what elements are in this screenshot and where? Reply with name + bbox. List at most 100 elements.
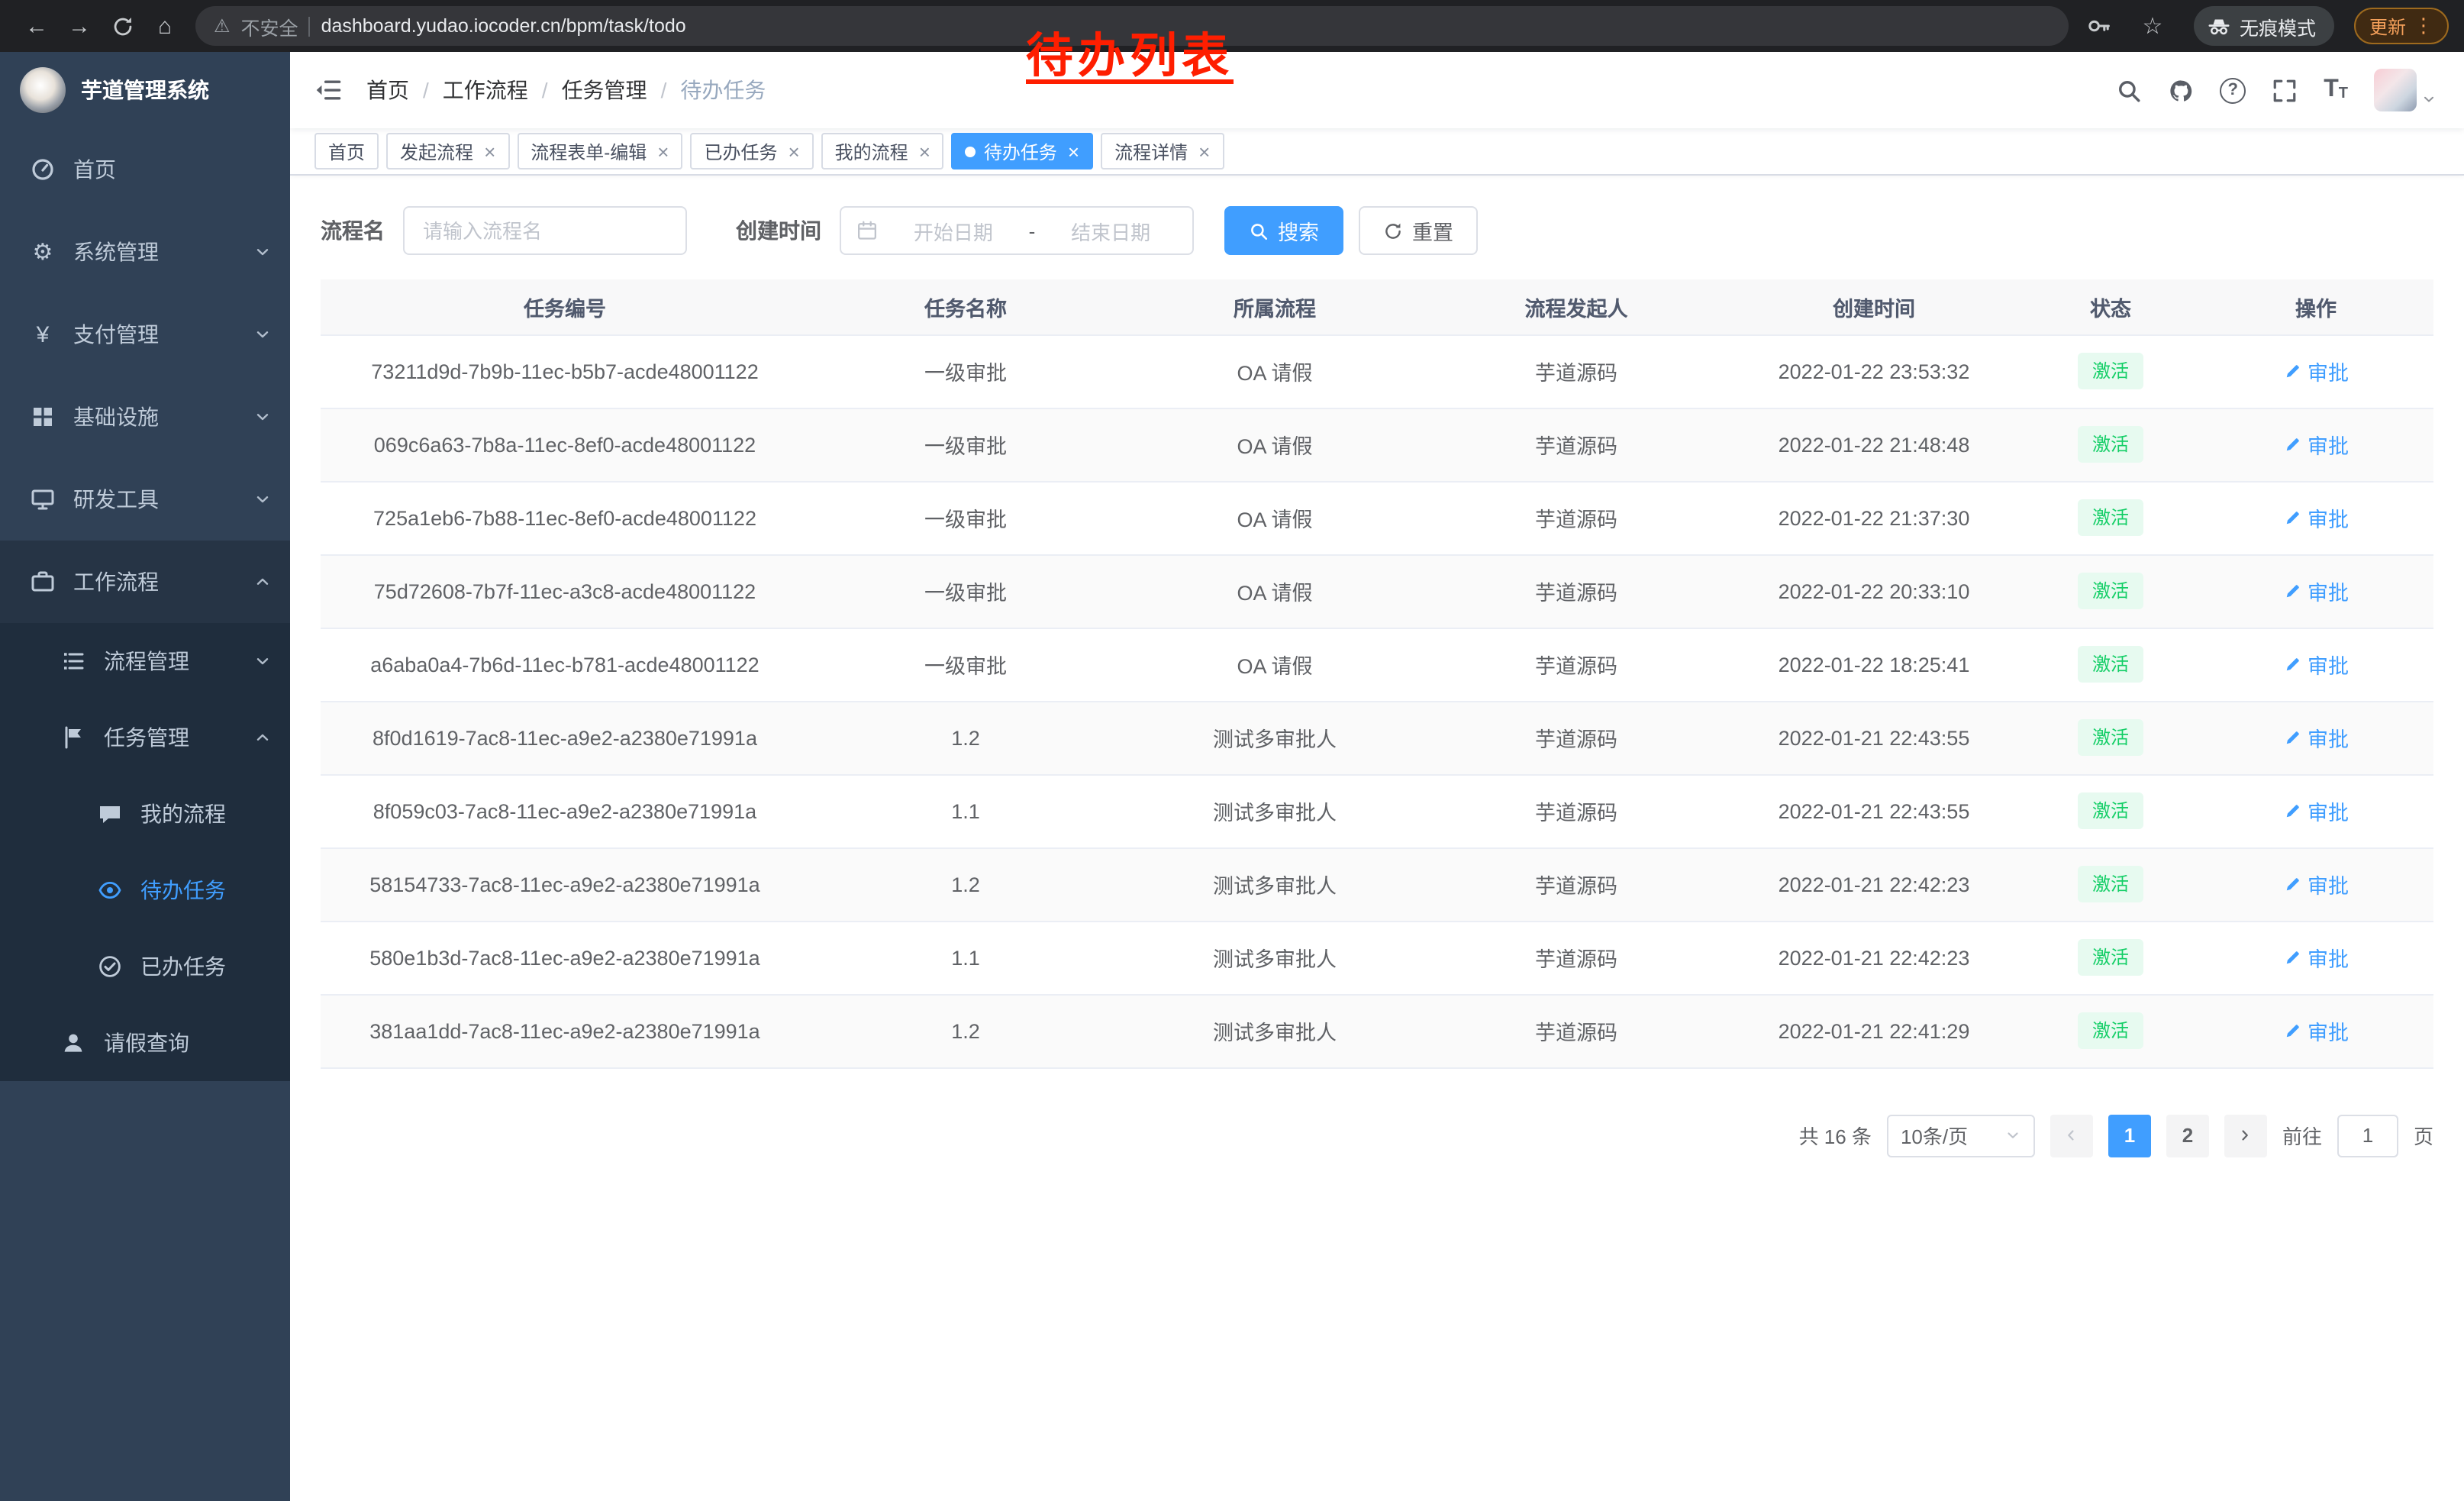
- caret-down-icon: [2421, 92, 2437, 107]
- password-key-icon[interactable]: [2087, 14, 2111, 38]
- goto-page-input[interactable]: [2337, 1114, 2398, 1157]
- page-number-2[interactable]: 2: [2166, 1114, 2209, 1157]
- tab-form-edit[interactable]: 流程表单-编辑 ×: [517, 133, 682, 169]
- sidebar-item-label: 流程管理: [104, 646, 189, 676]
- created-time: 2022-01-21 22:43:55: [1725, 701, 2023, 774]
- edit-icon: [2283, 435, 2301, 454]
- bookmark-star-icon[interactable]: ☆: [2131, 5, 2174, 47]
- back-icon[interactable]: ←: [15, 5, 58, 47]
- tab-home[interactable]: 首页: [314, 133, 379, 169]
- page-number-1[interactable]: 1: [2108, 1114, 2151, 1157]
- search-button[interactable]: 搜索: [1224, 206, 1343, 255]
- sidebar-item-my-process[interactable]: 我的流程: [0, 776, 290, 852]
- sidebar-item-payment[interactable]: ¥ 支付管理: [0, 293, 290, 376]
- github-icon[interactable]: [2168, 77, 2194, 103]
- sidebar-item-devtools[interactable]: 研发工具: [0, 458, 290, 541]
- tab-todo-tasks[interactable]: 待办任务 ×: [952, 133, 1093, 169]
- tags-view: 首页 发起流程 × 流程表单-编辑 × 已办任务 × 我的流程 × 待办任务 ×…: [290, 128, 2464, 176]
- chevron-down-icon: [253, 408, 272, 426]
- sidebar-item-leave-query[interactable]: 请假查询: [0, 1005, 290, 1081]
- forward-icon[interactable]: →: [58, 5, 101, 47]
- tab-start-process[interactable]: 发起流程 ×: [386, 133, 509, 169]
- process-name-input[interactable]: [403, 206, 687, 255]
- created-time: 2022-01-21 22:41:29: [1725, 994, 2023, 1067]
- not-secure-icon: ⚠: [214, 15, 231, 37]
- sidebar-item-label: 研发工具: [73, 484, 159, 515]
- tab-my-process[interactable]: 我的流程 ×: [821, 133, 944, 169]
- tab-done-tasks[interactable]: 已办任务 ×: [690, 133, 813, 169]
- user-menu[interactable]: [2374, 69, 2437, 111]
- breadcrumb-separator: /: [542, 78, 548, 102]
- sidebar-item-task-mgmt[interactable]: 任务管理: [0, 699, 290, 776]
- reset-button[interactable]: 重置: [1359, 206, 1478, 255]
- table-row: 58154733-7ac8-11ec-a9e2-a2380e71991a 1.2…: [321, 847, 2433, 921]
- approve-link[interactable]: 审批: [2283, 869, 2349, 899]
- chevron-down-icon: [253, 490, 272, 508]
- reload-icon[interactable]: [101, 5, 144, 47]
- table-row: a6aba0a4-7b6d-11ec-b781-acde48001122 一级审…: [321, 628, 2433, 701]
- approve-link[interactable]: 审批: [2283, 502, 2349, 533]
- date-range-picker[interactable]: 开始日期 - 结束日期: [840, 206, 1194, 255]
- edit-icon: [2283, 875, 2301, 893]
- chat-icon: [98, 802, 122, 826]
- approve-link[interactable]: 审批: [2283, 1015, 2349, 1046]
- task-id: 725a1eb6-7b88-11ec-8ef0-acde48001122: [321, 481, 809, 554]
- help-icon[interactable]: ?: [2220, 77, 2246, 103]
- created-time: 2022-01-21 22:43:55: [1725, 774, 2023, 847]
- incognito-badge: 无痕模式: [2194, 6, 2334, 46]
- prev-page-button[interactable]: [2050, 1114, 2093, 1157]
- close-tab-icon[interactable]: ×: [484, 141, 495, 161]
- incognito-label: 无痕模式: [2240, 11, 2316, 40]
- tab-process-detail[interactable]: 流程详情 ×: [1101, 133, 1224, 169]
- chevron-up-icon: [253, 573, 272, 591]
- home-icon[interactable]: ⌂: [144, 5, 186, 47]
- fullscreen-icon[interactable]: [2272, 77, 2298, 103]
- close-tab-icon[interactable]: ×: [919, 141, 930, 161]
- close-tab-icon[interactable]: ×: [1068, 141, 1079, 161]
- sidebar-item-home[interactable]: 首页: [0, 128, 290, 211]
- status-badge: 激活: [2079, 719, 2143, 756]
- range-separator: -: [1029, 219, 1036, 242]
- approve-link[interactable]: 审批: [2283, 429, 2349, 460]
- initiator: 芋道源码: [1427, 921, 1725, 994]
- close-tab-icon[interactable]: ×: [657, 141, 669, 161]
- breadcrumb-item[interactable]: 任务管理: [562, 75, 647, 105]
- breadcrumb-item[interactable]: 首页: [366, 75, 409, 105]
- process-name: 测试多审批人: [1122, 921, 1427, 994]
- approve-link[interactable]: 审批: [2283, 942, 2349, 973]
- sidebar-item-workflow[interactable]: 工作流程: [0, 541, 290, 623]
- approve-link[interactable]: 审批: [2283, 796, 2349, 826]
- update-label: 更新: [2369, 13, 2406, 39]
- close-tab-icon[interactable]: ×: [788, 141, 799, 161]
- process-name: OA 请假: [1122, 408, 1427, 481]
- task-name: 1.2: [809, 701, 1122, 774]
- edit-icon: [2283, 948, 2301, 967]
- sidebar-item-infra[interactable]: 基础设施: [0, 376, 290, 458]
- chevron-down-icon: [253, 243, 272, 261]
- next-page-button[interactable]: [2224, 1114, 2267, 1157]
- approve-link[interactable]: 审批: [2283, 649, 2349, 679]
- table-row: 73211d9d-7b9b-11ec-b5b7-acde48001122 一级审…: [321, 334, 2433, 408]
- edit-icon: [2283, 508, 2301, 527]
- sidebar-item-done-tasks[interactable]: 已办任务: [0, 928, 290, 1005]
- approve-link[interactable]: 审批: [2283, 722, 2349, 753]
- sidebar-item-process-mgmt[interactable]: 流程管理: [0, 623, 290, 699]
- sidebar-item-todo-tasks[interactable]: 待办任务: [0, 852, 290, 928]
- approve-link[interactable]: 审批: [2283, 576, 2349, 606]
- col-status: 状态: [2023, 279, 2198, 334]
- total-count: 共 16 条: [1799, 1121, 1872, 1150]
- search-icon[interactable]: [2116, 77, 2142, 103]
- close-tab-icon[interactable]: ×: [1198, 141, 1210, 161]
- page-size-select[interactable]: 10条/页: [1887, 1114, 2035, 1157]
- sidebar-item-label: 已办任务: [140, 951, 226, 982]
- browser-update-button[interactable]: 更新 ⋮: [2354, 8, 2449, 44]
- sidebar-item-label: 工作流程: [73, 567, 159, 597]
- approve-link[interactable]: 审批: [2283, 356, 2349, 386]
- browser-menu-icon[interactable]: ⋮: [2414, 14, 2433, 38]
- avatar[interactable]: [2374, 69, 2417, 111]
- breadcrumb-item[interactable]: 工作流程: [443, 75, 528, 105]
- dashboard-icon: [31, 157, 55, 182]
- sidebar-collapse-icon[interactable]: [290, 76, 366, 104]
- sidebar-item-system[interactable]: ⚙ 系统管理: [0, 211, 290, 293]
- font-size-icon[interactable]: T T: [2324, 78, 2348, 102]
